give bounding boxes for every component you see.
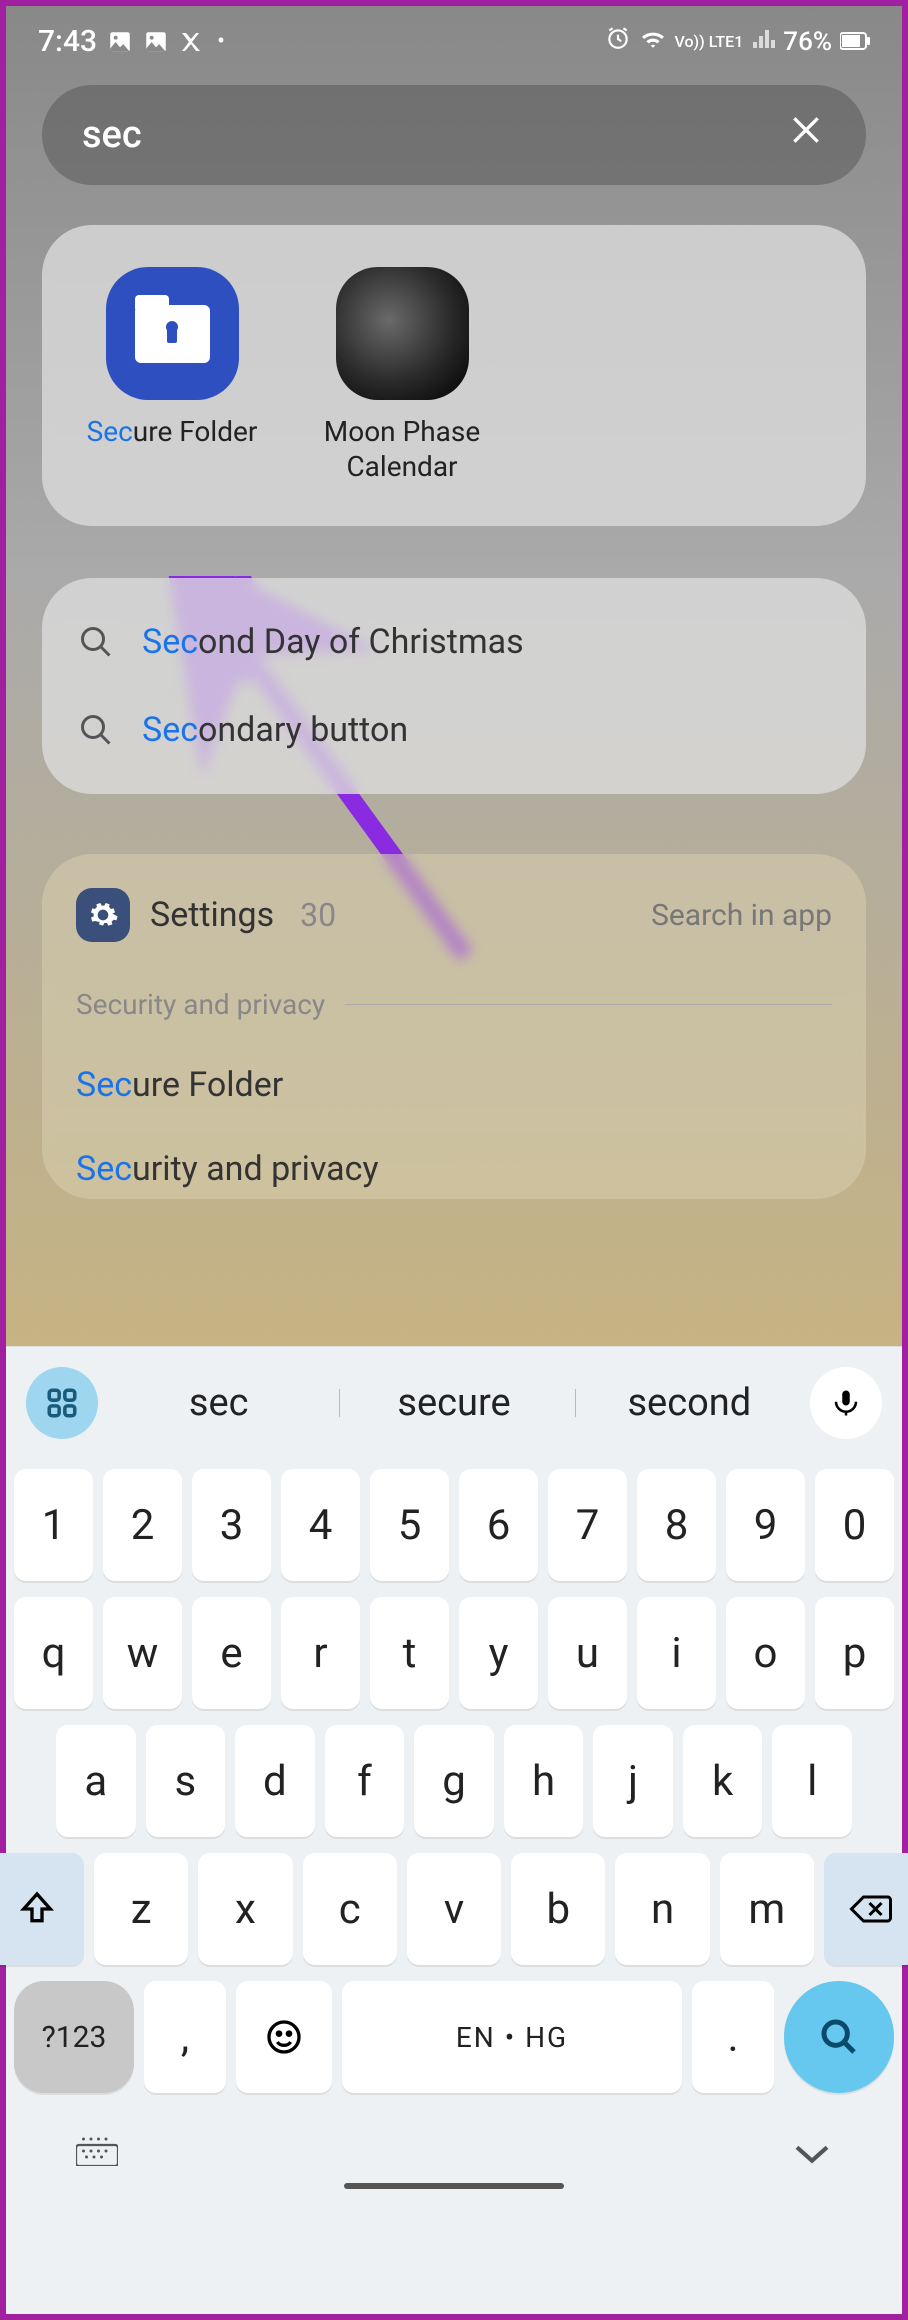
key-e[interactable]: e [192, 1597, 271, 1709]
key-u[interactable]: u [548, 1597, 627, 1709]
key-0[interactable]: 0 [815, 1469, 894, 1581]
keyboard-suggestion[interactable]: secure [339, 1381, 568, 1425]
keyboard-row-numbers: 1234567890 [14, 1469, 894, 1581]
text-suggestions-card: Second Day of Christmas Secondary button [42, 578, 866, 794]
keyboard-row-top: qwertyuiop [14, 1597, 894, 1709]
key-i[interactable]: i [637, 1597, 716, 1709]
key-q[interactable]: q [14, 1597, 93, 1709]
key-l[interactable]: l [772, 1725, 852, 1837]
image-icon [107, 29, 133, 55]
key-x[interactable]: x [198, 1853, 292, 1965]
gear-icon [76, 888, 130, 942]
key-4[interactable]: 4 [281, 1469, 360, 1581]
key-8[interactable]: 8 [637, 1469, 716, 1581]
keyboard-grid-button[interactable] [26, 1367, 98, 1439]
mic-button[interactable] [810, 1367, 882, 1439]
shift-key[interactable] [0, 1853, 84, 1965]
keyboard-suggestion[interactable]: second [575, 1381, 804, 1425]
app-result-secure-folder[interactable]: Secure Folder [72, 267, 272, 484]
space-key[interactable]: EN • HG [342, 1981, 682, 2093]
settings-section-label: Security and privacy [76, 988, 832, 1021]
keyboard-suggestion[interactable]: sec [104, 1381, 333, 1425]
clear-icon[interactable] [786, 109, 826, 161]
key-o[interactable]: o [726, 1597, 805, 1709]
app-label: Moon Phase Calendar [302, 414, 502, 484]
key-z[interactable]: z [94, 1853, 188, 1965]
keyboard-hide-icon[interactable] [76, 2136, 118, 2174]
status-bar: 7:43 • Vo)) LTE1 76% [6, 6, 902, 67]
search-bar[interactable] [42, 85, 866, 185]
alarm-icon [605, 25, 631, 58]
key-m[interactable]: m [720, 1853, 814, 1965]
key-6[interactable]: 6 [459, 1469, 538, 1581]
app-label: Secure Folder [87, 414, 258, 449]
key-b[interactable]: b [511, 1853, 605, 1965]
key-w[interactable]: w [103, 1597, 182, 1709]
suggestion-text: Secondary button [142, 710, 408, 750]
search-icon [78, 624, 114, 660]
key-f[interactable]: f [325, 1725, 405, 1837]
keyboard-suggestion-bar: sec secure second [6, 1347, 902, 1459]
key-r[interactable]: r [281, 1597, 360, 1709]
suggestion-row[interactable]: Secondary button [72, 686, 836, 774]
key-5[interactable]: 5 [370, 1469, 449, 1581]
search-in-app-link[interactable]: Search in app [651, 898, 832, 933]
key-s[interactable]: s [146, 1725, 226, 1837]
key-2[interactable]: 2 [103, 1469, 182, 1581]
settings-results-card: Settings 30 Search in app Security and p… [42, 854, 866, 1199]
comma-key[interactable]: , [144, 1981, 226, 2093]
key-d[interactable]: d [235, 1725, 315, 1837]
app-result-moon-phase[interactable]: Moon Phase Calendar [302, 267, 502, 484]
key-j[interactable]: j [593, 1725, 673, 1837]
search-action-key[interactable] [784, 1981, 894, 2093]
key-9[interactable]: 9 [726, 1469, 805, 1581]
status-right: Vo)) LTE1 76% [605, 25, 871, 58]
wifi-icon [639, 27, 667, 57]
moon-icon [336, 267, 469, 400]
key-n[interactable]: n [615, 1853, 709, 1965]
settings-item[interactable]: Security and privacy [76, 1149, 832, 1189]
secure-folder-icon [106, 267, 239, 400]
key-k[interactable]: k [683, 1725, 763, 1837]
keyboard-row-mid: asdfghjkl [14, 1725, 894, 1837]
settings-header[interactable]: Settings 30 Search in app [76, 888, 832, 942]
status-time: 7:43 [38, 24, 97, 59]
settings-item[interactable]: Secure Folder [76, 1065, 832, 1105]
key-h[interactable]: h [504, 1725, 584, 1837]
emoji-key[interactable] [236, 1981, 332, 2093]
key-y[interactable]: y [459, 1597, 538, 1709]
suggestion-text: Second Day of Christmas [142, 622, 524, 662]
key-a[interactable]: a [56, 1725, 136, 1837]
battery-pct: 76% [783, 27, 832, 57]
chevron-down-icon[interactable] [792, 2135, 832, 2175]
image-icon [143, 29, 169, 55]
backspace-key[interactable] [824, 1853, 908, 1965]
battery-icon [840, 27, 870, 57]
suggestion-row[interactable]: Second Day of Christmas [72, 598, 836, 686]
settings-title: Settings [150, 895, 274, 935]
keyboard-row-fn: ?123 , EN • HG . [14, 1981, 894, 2093]
network-label: Vo)) LTE1 [675, 34, 744, 50]
period-key[interactable]: . [692, 1981, 774, 2093]
key-g[interactable]: g [414, 1725, 494, 1837]
key-v[interactable]: v [407, 1853, 501, 1965]
key-p[interactable]: p [815, 1597, 894, 1709]
app-results-card: Secure Folder Moon Phase Calendar [42, 225, 866, 526]
x-app-icon [179, 30, 203, 54]
key-c[interactable]: c [303, 1853, 397, 1965]
key-1[interactable]: 1 [14, 1469, 93, 1581]
status-dot: • [217, 29, 225, 54]
home-indicator[interactable] [344, 2183, 564, 2189]
key-t[interactable]: t [370, 1597, 449, 1709]
symbols-key[interactable]: ?123 [14, 1981, 134, 2093]
settings-count: 30 [300, 896, 336, 934]
key-7[interactable]: 7 [548, 1469, 627, 1581]
search-icon [78, 712, 114, 748]
search-input[interactable] [82, 113, 786, 157]
keyboard: sec secure second 1234567890 qwertyuiop … [6, 1346, 902, 2314]
keyboard-row-bottom: zxcvbnm [14, 1853, 894, 1965]
status-left: 7:43 • [38, 24, 225, 59]
signal-icon [751, 27, 775, 57]
key-3[interactable]: 3 [192, 1469, 271, 1581]
